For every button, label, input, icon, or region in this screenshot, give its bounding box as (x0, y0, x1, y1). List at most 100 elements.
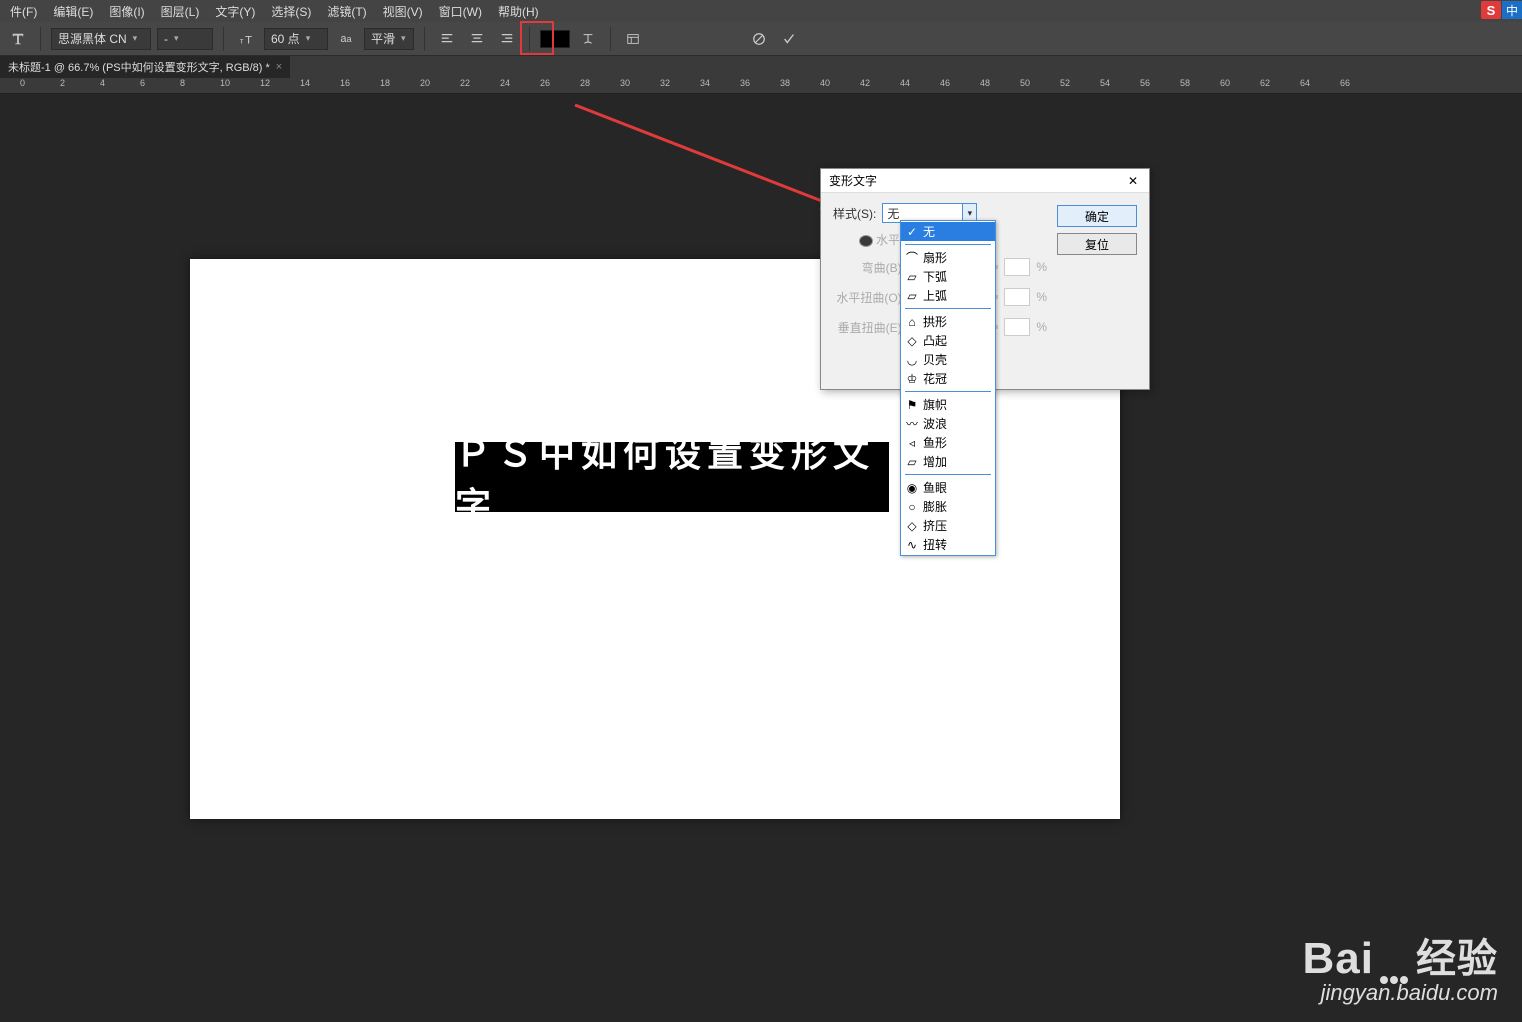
text-layer[interactable]: ＰＳ中如何设置变形文字 (455, 442, 889, 512)
style-option-squeeze[interactable]: ◇挤压 (901, 516, 995, 535)
menu-view[interactable]: 视图(V) (377, 1, 429, 22)
canvas-area[interactable]: ＰＳ中如何设置变形文字 (0, 94, 1522, 1022)
ime-sogou-icon: S (1481, 1, 1501, 19)
arc-icon: ⌒ (905, 252, 919, 264)
ruler-tick: 60 (1220, 78, 1230, 88)
watermark-url: jingyan.baidu.com (1303, 980, 1498, 1006)
bend-label: 弯曲(B): (833, 259, 905, 276)
align-center-button[interactable] (465, 27, 489, 51)
highlight-warp-button (520, 21, 554, 55)
ruler-tick: 26 (540, 78, 550, 88)
style-option-wave[interactable]: 〰波浪 (901, 414, 995, 433)
menu-help[interactable]: 帮助(H) (492, 1, 545, 22)
reset-button[interactable]: 复位 (1057, 233, 1137, 255)
style-select-value: 无 (887, 205, 899, 222)
style-option-arc[interactable]: ⌒扇形 (901, 248, 995, 267)
font-family-value: 思源黑体 CN (58, 30, 127, 47)
ruler-tick: 44 (900, 78, 910, 88)
menu-text[interactable]: 文字(Y) (209, 1, 261, 22)
style-option-shell[interactable]: ◡贝壳 (901, 350, 995, 369)
ruler-tick: 64 (1300, 78, 1310, 88)
style-option-fisheye[interactable]: ◉鱼眼 (901, 478, 995, 497)
ruler-tick: 56 (1140, 78, 1150, 88)
inflate-icon: ○ (905, 501, 919, 513)
ok-button[interactable]: 确定 (1057, 205, 1137, 227)
menu-window[interactable]: 窗口(W) (433, 1, 488, 22)
font-style-select[interactable]: -▾ (157, 28, 213, 50)
dropdown-separator (905, 391, 991, 392)
style-option-crown[interactable]: ♔花冠 (901, 369, 995, 388)
orientation-horizontal[interactable]: 水平 (859, 231, 900, 248)
ruler-tick: 32 (660, 78, 670, 88)
ruler-tick: 12 (260, 78, 270, 88)
document-tab-bar: 未标题-1 @ 66.7% (PS中如何设置变形文字, RGB/8) * × (0, 56, 1522, 78)
commit-edit-button[interactable] (777, 27, 801, 51)
svg-text:т: т (240, 36, 244, 45)
ruler-tick: 22 (460, 78, 470, 88)
menu-bar: 件(F) 编辑(E) 图像(I) 图层(L) 文字(Y) 选择(S) 滤镜(T)… (0, 0, 1522, 22)
document-tab-title: 未标题-1 @ 66.7% (PS中如何设置变形文字, RGB/8) * (8, 59, 270, 75)
svg-text:T: T (245, 34, 252, 46)
ruler-tick: 62 (1260, 78, 1270, 88)
dialog-title: 变形文字 (829, 172, 877, 189)
style-option-arch[interactable]: ⌂拱形 (901, 312, 995, 331)
dialog-titlebar[interactable]: 变形文字 ✕ (821, 169, 1149, 193)
ruler-tick: 42 (860, 78, 870, 88)
close-tab-icon[interactable]: × (276, 61, 282, 73)
bend-value[interactable] (1004, 258, 1030, 276)
menu-file[interactable]: 件(F) (4, 1, 43, 22)
panel-toggle-button[interactable] (621, 27, 645, 51)
twist-icon: ∿ (905, 539, 919, 551)
ruler-tick: 0 (20, 78, 25, 88)
document-tab[interactable]: 未标题-1 @ 66.7% (PS中如何设置变形文字, RGB/8) * × (0, 56, 290, 78)
arc-lower-icon: ▱ (905, 271, 919, 283)
crown-icon: ♔ (905, 373, 919, 385)
style-option-inflate[interactable]: ○膨胀 (901, 497, 995, 516)
style-option-none[interactable]: 无 (901, 222, 995, 241)
ruler-tick: 2 (60, 78, 65, 88)
baidu-logo: Bai 经验 (1303, 926, 1498, 984)
style-option-fish[interactable]: ◃鱼形 (901, 433, 995, 452)
ime-indicator[interactable]: S 中 (1481, 0, 1522, 20)
font-size-value: 60 点 (271, 30, 300, 47)
ruler-tick: 28 (580, 78, 590, 88)
bulge-icon: ◇ (905, 335, 919, 347)
vdist-value[interactable] (1004, 318, 1030, 336)
style-option-bulge[interactable]: ◇凸起 (901, 331, 995, 350)
vdist-label: 垂直扭曲(E): (833, 319, 905, 336)
ruler-tick: 30 (620, 78, 630, 88)
menu-edit[interactable]: 编辑(E) (47, 1, 99, 22)
menu-image[interactable]: 图像(I) (103, 1, 150, 22)
ruler-tick: 8 (180, 78, 185, 88)
font-size-select[interactable]: 60 点▾ (264, 28, 328, 50)
watermark: Bai 经验 jingyan.baidu.com (1303, 926, 1498, 1006)
ruler-tick: 58 (1180, 78, 1190, 88)
ime-lang-icon: 中 (1502, 1, 1522, 19)
ruler-tick: 36 (740, 78, 750, 88)
ruler-tick: 24 (500, 78, 510, 88)
align-right-button[interactable] (495, 27, 519, 51)
cancel-edit-button[interactable] (747, 27, 771, 51)
menu-select[interactable]: 选择(S) (265, 1, 317, 22)
warp-text-button[interactable] (576, 27, 600, 51)
horizontal-ruler: 0246810121416182022242628303234363840424… (0, 78, 1522, 94)
anti-alias-select[interactable]: 平滑▾ (364, 28, 414, 50)
dropdown-separator (905, 244, 991, 245)
hdist-value[interactable] (1004, 288, 1030, 306)
options-bar: 思源黑体 CN▾ -▾ тT 60 点▾ aa 平滑▾ (0, 22, 1522, 56)
style-option-rise[interactable]: ▱增加 (901, 452, 995, 471)
rise-icon: ▱ (905, 456, 919, 468)
hdist-unit: % (1036, 290, 1047, 304)
menu-layer[interactable]: 图层(L) (155, 1, 206, 22)
fish-icon: ◃ (905, 437, 919, 449)
close-icon[interactable]: ✕ (1125, 173, 1141, 189)
align-left-button[interactable] (435, 27, 459, 51)
menu-filter[interactable]: 滤镜(T) (321, 1, 372, 22)
squeeze-icon: ◇ (905, 520, 919, 532)
style-option-arc-lower[interactable]: ▱下弧 (901, 267, 995, 286)
font-family-select[interactable]: 思源黑体 CN▾ (51, 28, 151, 50)
arch-icon: ⌂ (905, 316, 919, 328)
style-option-flag[interactable]: ⚑旗帜 (901, 395, 995, 414)
style-option-twist[interactable]: ∿扭转 (901, 535, 995, 554)
style-option-arc-upper[interactable]: ▱上弧 (901, 286, 995, 305)
